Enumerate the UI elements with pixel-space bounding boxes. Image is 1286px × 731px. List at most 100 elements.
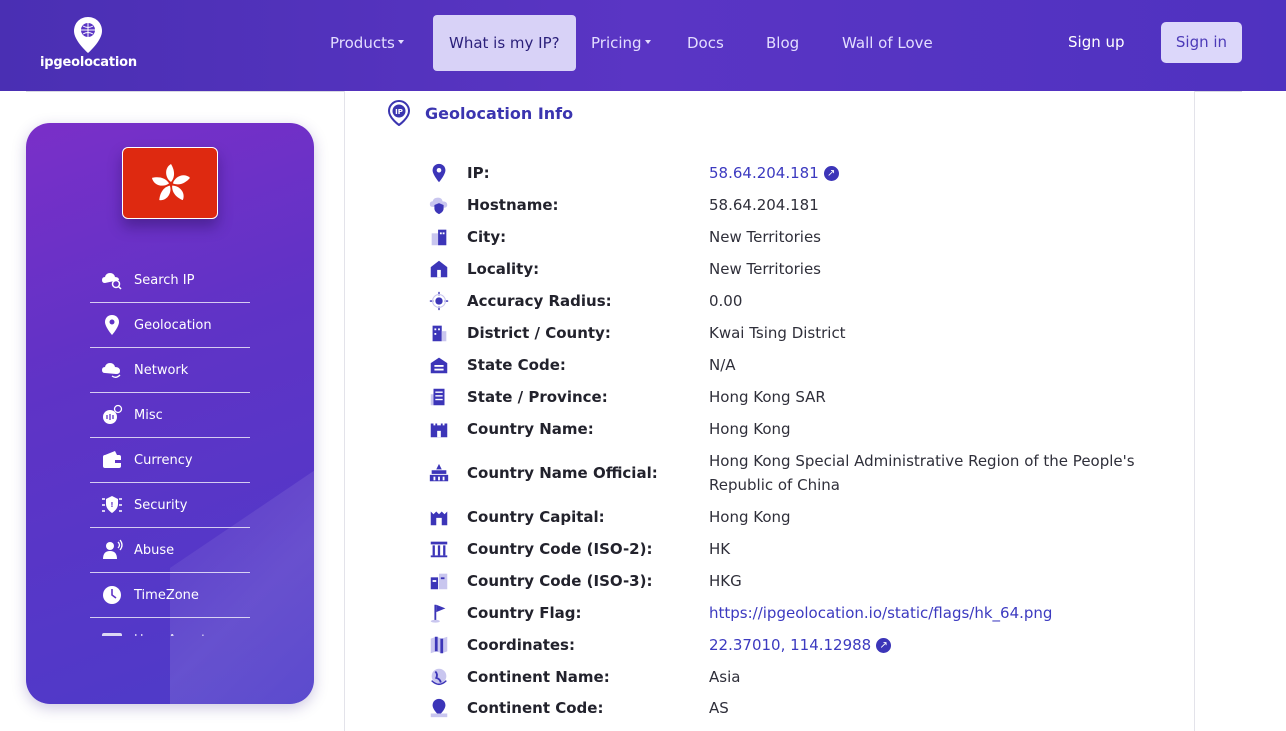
sidebar-item-abuse[interactable]: Abuse — [90, 528, 250, 573]
logo-pin-icon — [74, 17, 102, 53]
sidebar-item-label: Currency — [134, 452, 193, 468]
value-text: 0.00 — [709, 292, 743, 310]
sidebar-item-geolocation[interactable]: Geolocation — [90, 303, 250, 348]
pillar-icon — [426, 538, 452, 560]
sidebar-item-security[interactable]: ! Security — [90, 483, 250, 528]
row-label: IP: — [467, 164, 490, 182]
external-link-icon[interactable]: ↗ — [823, 166, 839, 181]
sidebar-item-label: Search IP — [134, 272, 195, 288]
cloud-network-icon — [90, 358, 134, 382]
logo-text: ipgeolocation — [40, 55, 137, 70]
value-text: Hong Kong — [709, 508, 791, 526]
value-text: N/A — [709, 356, 736, 374]
sidebar-item-label: User Agent — [134, 633, 206, 636]
state-building-icon — [426, 354, 452, 376]
row-value: New Territories — [709, 225, 1139, 249]
logo[interactable]: ipgeolocation — [40, 16, 137, 72]
map-icon — [426, 634, 452, 656]
nav-docs[interactable]: Docs — [687, 15, 724, 71]
sidebar-item-currency[interactable]: Currency — [90, 438, 250, 483]
sidebar-item-label: Security — [134, 497, 188, 513]
radius-icon — [426, 290, 452, 312]
row-value: 58.64.204.181 ↗ — [709, 161, 1139, 185]
sidebar-item-label: Network — [134, 362, 189, 378]
row-value: 22.37010, 114.12988 ↗ — [709, 633, 1139, 657]
sidebar-item-label: Geolocation — [134, 317, 212, 333]
row-value: 58.64.204.181 — [709, 193, 1139, 217]
value-link[interactable]: 22.37010, 114.12988 — [709, 636, 871, 654]
city-icon — [426, 226, 452, 248]
nav-pricing[interactable]: Pricing — [591, 15, 651, 71]
svg-text:!: ! — [110, 501, 113, 509]
row-label: State Code: — [467, 356, 566, 374]
nav-products-label: Products — [330, 34, 395, 52]
sign-in-button[interactable]: Sign in — [1161, 22, 1242, 63]
row-label: Locality: — [467, 260, 540, 278]
sidebar-item-search-ip[interactable]: Search IP — [90, 258, 250, 303]
row-value: Kwai Tsing District — [709, 321, 1139, 345]
row-label: Country Code (ISO-2): — [467, 540, 653, 558]
nav-wall-of-love[interactable]: Wall of Love — [842, 15, 933, 71]
svg-text:IP: IP — [395, 108, 403, 116]
row-value: HK — [709, 537, 1139, 561]
sign-up-button[interactable]: Sign up — [1068, 22, 1125, 63]
row-label: Country Name Official: — [467, 464, 658, 482]
row-label: Accuracy Radius: — [467, 292, 612, 310]
nav-what-is-my-ip[interactable]: What is my IP? — [433, 15, 576, 71]
clock-icon — [90, 583, 134, 607]
row-value: https://ipgeolocation.io/static/flags/hk… — [709, 601, 1139, 625]
top-navbar: ipgeolocation Products What is my IP? Pr… — [0, 0, 1286, 91]
panel-header: IP Geolocation Info — [388, 100, 573, 126]
misc-icon — [90, 403, 134, 427]
map-pin-icon — [90, 313, 134, 337]
shield-icon: ! — [90, 493, 134, 517]
row-label: Country Capital: — [467, 508, 605, 526]
value-link[interactable]: https://ipgeolocation.io/static/flags/hk… — [709, 604, 1052, 622]
value-link[interactable]: 58.64.204.181 — [709, 164, 819, 182]
sidebar-item-timezone[interactable]: TimeZone — [90, 573, 250, 618]
castle-icon — [426, 418, 452, 440]
buildings-icon — [426, 570, 452, 592]
row-label: District / County: — [467, 324, 611, 342]
value-text: Asia — [709, 668, 741, 686]
row-label: Continent Code: — [467, 699, 604, 717]
nav-blog[interactable]: Blog — [766, 15, 799, 71]
row-value: Hong Kong Special Administrative Region … — [709, 449, 1139, 497]
value-text: Hong Kong Special Administrative Region … — [709, 452, 1135, 494]
row-value: N/A — [709, 353, 1139, 377]
flag-icon — [426, 602, 452, 624]
row-value: Hong Kong — [709, 417, 1139, 441]
value-text: AS — [709, 699, 729, 717]
row-label: Hostname: — [467, 196, 559, 214]
user-alert-icon — [90, 538, 134, 562]
row-label: Country Code (ISO-3): — [467, 572, 653, 590]
row-value: HKG — [709, 569, 1139, 593]
capital-icon — [426, 506, 452, 528]
row-value: Hong Kong — [709, 505, 1139, 529]
sidebar-item-label: TimeZone — [134, 587, 199, 603]
continent-pin-icon — [426, 697, 452, 719]
sidebar-item-label: Abuse — [134, 542, 175, 558]
sidebar-item-network[interactable]: Network — [90, 348, 250, 393]
row-value: Asia — [709, 665, 1139, 689]
wallet-icon — [90, 448, 134, 472]
value-text: Kwai Tsing District — [709, 324, 846, 342]
row-value: Hong Kong SAR — [709, 385, 1139, 409]
sidebar-item-misc[interactable]: Misc — [90, 393, 250, 438]
row-label: Coordinates: — [467, 636, 575, 654]
external-link-icon[interactable]: ↗ — [876, 638, 892, 653]
row-value: New Territories — [709, 257, 1139, 281]
value-text: HKG — [709, 572, 742, 590]
tower-icon — [426, 386, 452, 408]
chevron-down-icon — [644, 39, 651, 44]
row-label: City: — [467, 228, 507, 246]
row-label: Country Flag: — [467, 604, 582, 622]
value-text: New Territories — [709, 228, 822, 246]
sidebar-item-user-agent[interactable]: User Agent — [90, 618, 250, 636]
row-label: State / Province: — [467, 388, 608, 406]
nav-products[interactable]: Products — [330, 15, 404, 71]
nav-pricing-label: Pricing — [591, 34, 642, 52]
value-text: 58.64.204.181 — [709, 196, 819, 214]
row-label: Continent Name: — [467, 668, 610, 686]
value-text: Hong Kong — [709, 420, 791, 438]
